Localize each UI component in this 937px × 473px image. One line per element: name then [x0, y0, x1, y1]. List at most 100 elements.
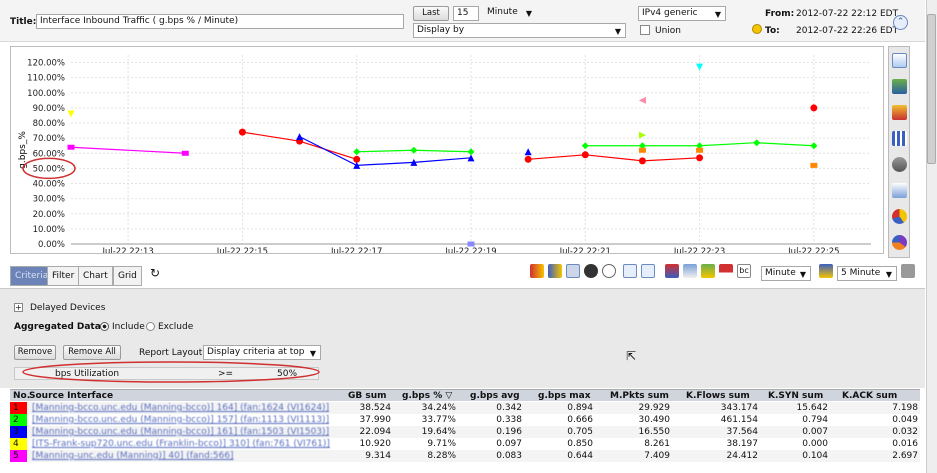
data-point [353, 155, 361, 163]
tab-filter[interactable]: Filter [47, 266, 80, 286]
display-by-value: Display by [417, 25, 465, 35]
tab-grid[interactable]: Grid [113, 266, 142, 286]
scatter-3d-icon[interactable] [892, 157, 907, 172]
series-line-group [67, 144, 189, 156]
y-tick-label: 10.00% [33, 225, 65, 235]
tree-icon[interactable] [641, 264, 655, 278]
source-interface-link[interactable]: [ITS-Frank-sup720.unc.edu (Franklin-bcco… [32, 439, 337, 449]
data-point [467, 148, 475, 156]
data-point [581, 142, 589, 150]
expand-icon[interactable]: + [14, 303, 23, 312]
remove-button[interactable]: Remove [14, 345, 56, 360]
remove-all-button[interactable]: Remove All [63, 345, 121, 360]
page-scrollbar-thumb[interactable] [927, 14, 936, 164]
title-input[interactable]: Interface Inbound Traffic ( g.bps % / Mi… [36, 14, 404, 29]
last-button[interactable]: Last [413, 6, 449, 21]
cell-pkts: 29.929 [638, 403, 671, 413]
export-icon[interactable] [701, 264, 715, 278]
y-tick-label: 80.00% [33, 119, 65, 129]
exclude-radio[interactable] [146, 322, 155, 331]
col-gbps-avg[interactable]: g.bps avg [470, 391, 520, 401]
table-row[interactable]: 1 [Manning-bcco.unc.edu (Manning-bcco)] 1… [10, 402, 920, 414]
to-datetime[interactable]: 2012-07-22 22:26 EDT [796, 26, 898, 36]
col-gbps-max[interactable]: g.bps max [538, 391, 591, 401]
record-icon[interactable] [584, 264, 598, 278]
table-row[interactable]: 5 [Manning-unc.edu (Manning)] 40] (fand:5… [10, 450, 920, 462]
row-number: 4 [13, 439, 19, 449]
table-row[interactable]: 4 [ITS-Frank-sup720.unc.edu (Franklin-bcc… [10, 438, 920, 450]
col-ksyn-sum[interactable]: K.SYN sum [768, 391, 823, 401]
stacked-area-icon[interactable] [892, 105, 907, 120]
donut-chart-icon[interactable] [892, 235, 907, 250]
report-layout-select[interactable]: Display criteria at top ▼ [203, 345, 321, 360]
ip-version-select[interactable]: IPv4 generic ▼ [638, 6, 726, 21]
chart-panel: 120.00% 110.00% 100.00% 90.00% 80.00% 70.00% 6… [10, 46, 884, 257]
table-color-icon[interactable] [530, 264, 544, 278]
data-point [353, 148, 361, 156]
line-chart: 120.00%110.00%100.00%90.00%80.00%70.00%6… [18, 55, 871, 257]
area-chart-icon[interactable] [892, 79, 907, 94]
series-line [528, 154, 700, 162]
y-tick-label: 0.00% [38, 240, 65, 250]
col-kflows-sum[interactable]: K.Flows sum [686, 391, 750, 401]
title-label: Title: [10, 17, 37, 27]
cell-ack: 0.016 [892, 439, 918, 449]
from-datetime[interactable]: 2012-07-22 22:12 EDT [796, 9, 898, 19]
source-interface-link[interactable]: [Manning-bcco.unc.edu (Manning-bcco)] 15… [32, 415, 337, 425]
scatter-icon[interactable] [892, 183, 907, 198]
search-map-icon[interactable] [683, 264, 697, 278]
collapse-up-icon[interactable]: ⌃ [893, 15, 908, 30]
help-icon[interactable] [602, 264, 616, 278]
x-tick-label: Jul-22 22:21 [559, 247, 611, 253]
cell-gb: 9.314 [365, 451, 391, 461]
refresh-icon[interactable]: ↻ [150, 266, 160, 280]
cell-syn: 0.000 [802, 439, 828, 449]
col-no[interactable]: No. [13, 391, 30, 401]
col-mpkts-sum[interactable]: M.Pkts sum [610, 391, 669, 401]
line-chart-icon[interactable] [892, 53, 907, 68]
bucket-icon[interactable] [819, 264, 833, 278]
include-radio[interactable] [100, 322, 109, 331]
bar-chart-icon[interactable] [892, 131, 907, 146]
clock-icon [752, 24, 762, 34]
col-gbps-pct[interactable]: g.bps % ▽ [402, 391, 452, 401]
pie-chart-icon[interactable] [892, 209, 907, 224]
tab-chart[interactable]: Chart [78, 266, 113, 286]
flag-icon[interactable] [665, 264, 679, 278]
table-header: No. Source Interface GB sum g.bps % ▽ g.… [10, 389, 920, 401]
union-checkbox[interactable] [640, 25, 650, 35]
filter-table-icon[interactable] [566, 264, 580, 278]
report-layout-label: Report Layout [139, 348, 203, 358]
cell-syn: 0.007 [802, 427, 828, 437]
col-source-interface[interactable]: Source Interface [29, 391, 113, 401]
printer-icon[interactable] [901, 264, 915, 278]
abc-font-icon[interactable]: bc [737, 264, 751, 278]
data-point [753, 139, 761, 147]
column-color-icon[interactable] [548, 264, 562, 278]
data-point [67, 110, 75, 118]
x-axis-ticks: Jul-22 22:13 Jul-22 22:15 Jul-22 22:17 Jul-… [101, 247, 839, 257]
chart-interval-select[interactable]: Minute ▼ [761, 266, 811, 281]
source-interface-link[interactable]: [Manning-bcco.unc.edu (Manning-bcco)] 16… [32, 427, 337, 437]
bucket-interval-select[interactable]: 5 Minute ▼ [837, 266, 897, 281]
table-row[interactable]: 2 [Manning-bcco.unc.edu (Manning-bcco)] 1… [10, 414, 920, 426]
last-count-input[interactable]: 15 [453, 6, 479, 21]
display-by-select[interactable]: Display by ▼ [413, 23, 626, 38]
data-point [467, 241, 475, 247]
x-tick-label: Jul-22 22:13 [101, 247, 153, 253]
col-gb-sum[interactable]: GB sum [348, 391, 387, 401]
source-interface-link[interactable]: [Manning-bcco.unc.edu (Manning-bcco)] 16… [32, 403, 337, 413]
cell-ack: 0.032 [892, 427, 918, 437]
col-kack-sum[interactable]: K.ACK sum [842, 391, 897, 401]
unit-select[interactable]: Minute ▼ [484, 6, 536, 21]
delayed-devices-label[interactable]: Delayed Devices [30, 303, 105, 313]
data-point [638, 131, 646, 139]
data-point [696, 147, 704, 153]
table-row[interactable]: 3 [Manning-bcco.unc.edu (Manning-bcco)] 1… [10, 426, 920, 438]
add-column-icon[interactable] [623, 264, 637, 278]
source-interface-link[interactable]: [Manning-unc.edu (Manning)] 40] (fand:56… [32, 451, 337, 461]
cell-max: 0.666 [567, 415, 593, 425]
cell-syn: 15.642 [796, 403, 829, 413]
color-bar-icon[interactable] [719, 264, 733, 278]
data-point [581, 151, 589, 159]
